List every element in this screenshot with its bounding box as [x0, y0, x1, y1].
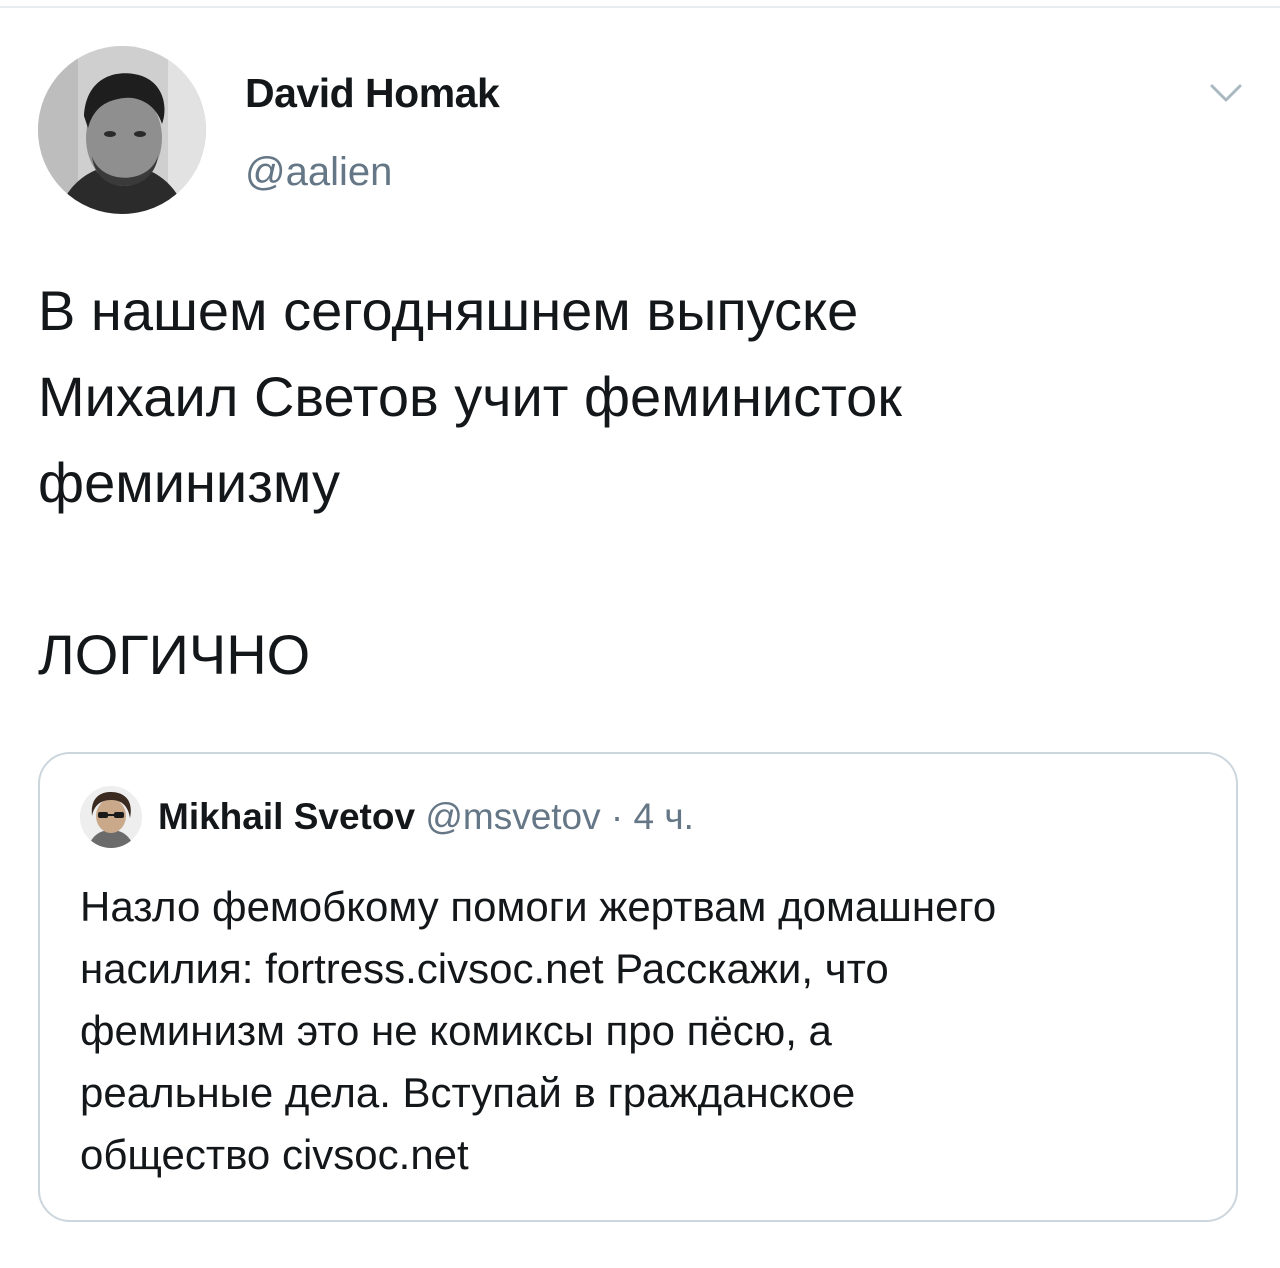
quoted-tweet-card[interactable]: Mikhail Svetov @msvetov · 4 ч. Назло фем…	[38, 752, 1238, 1222]
quoted-line: насилия: fortress.civsoc.net Расскажи, ч…	[80, 945, 889, 992]
quoted-line: Назло фемобкому помоги жертвам домашнего	[80, 883, 997, 930]
tweet-text: В нашем сегодняшнем выпуске Михаил Свето…	[38, 268, 1238, 698]
quoted-author-avatar[interactable]	[80, 786, 142, 848]
quoted-line: общество civsoc.net	[80, 1131, 469, 1178]
quoted-text: Назло фемобкому помоги жертвам домашнего…	[80, 876, 1210, 1186]
tweet-line: Михаил Светов учит феминисток	[38, 365, 902, 428]
author-handle[interactable]: @aalien	[245, 150, 392, 195]
author-avatar[interactable]	[38, 46, 206, 214]
quoted-timestamp[interactable]: 4 ч.	[634, 796, 694, 837]
user-avatar-icon	[38, 46, 206, 214]
chevron-down-icon[interactable]	[1206, 78, 1246, 108]
quoted-handle[interactable]: @msvetov	[425, 796, 600, 837]
quoted-header: Mikhail Svetov @msvetov · 4 ч.	[158, 796, 694, 838]
top-divider	[0, 6, 1280, 8]
author-display-name[interactable]: David Homak	[245, 70, 500, 117]
tweet-line: ЛОГИЧНО	[38, 623, 311, 686]
tweet-line: В нашем сегодняшнем выпуске	[38, 279, 859, 342]
quoted-line: феминизм это не комиксы про пёсю, а	[80, 1007, 832, 1054]
quoted-line: реальные дела. Вступай в гражданское	[80, 1069, 856, 1116]
user-avatar-icon	[80, 786, 142, 848]
quoted-display-name[interactable]: Mikhail Svetov	[158, 796, 415, 837]
tweet-line: феминизму	[38, 451, 341, 514]
separator-dot: ·	[610, 796, 624, 837]
